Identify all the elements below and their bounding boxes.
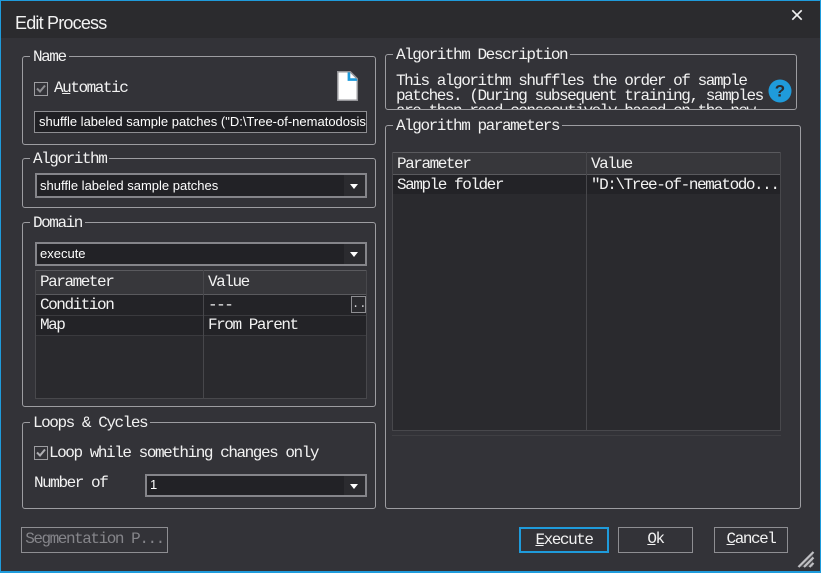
svg-text:?: ? — [775, 82, 785, 101]
